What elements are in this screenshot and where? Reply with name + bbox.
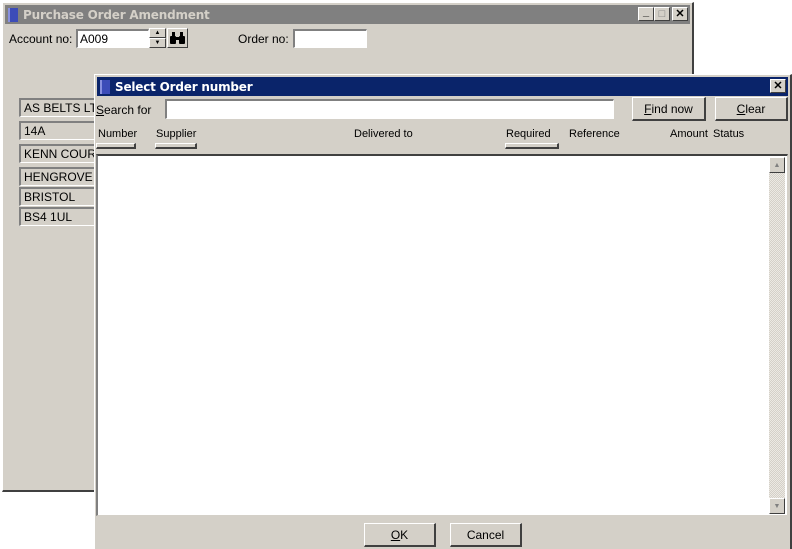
clear-button[interactable]: Clear — [715, 97, 788, 121]
vertical-scrollbar[interactable]: ▲ ▼ — [769, 157, 785, 514]
column-header-number[interactable]: Number — [98, 128, 137, 140]
spin-up-icon[interactable]: ▲ — [149, 28, 166, 38]
account-spinner[interactable]: ▲ ▼ — [149, 28, 166, 48]
scroll-down-button[interactable]: ▼ — [769, 498, 785, 514]
dialog-title-bar[interactable]: Select Order number ✕ — [97, 77, 788, 96]
address-line-6: BS4 1UL — [19, 207, 99, 226]
maximize-button[interactable]: □ — [654, 7, 670, 21]
title-bar[interactable]: Purchase Order Amendment _ □ ✕ — [5, 5, 690, 24]
spin-down-icon[interactable]: ▼ — [149, 38, 166, 48]
column-header-required[interactable]: Required — [506, 128, 551, 140]
column-sort-supplier[interactable] — [155, 143, 197, 149]
scroll-up-button[interactable]: ▲ — [769, 157, 785, 173]
column-header-supplier[interactable]: Supplier — [156, 128, 196, 140]
column-sort-required[interactable] — [505, 143, 559, 149]
dialog-title: Select Order number — [115, 79, 253, 94]
column-header-reference[interactable]: Reference — [569, 128, 620, 140]
close-button[interactable]: ✕ — [672, 7, 688, 21]
column-header-amount[interactable]: Amount — [670, 128, 708, 140]
order-no-input[interactable] — [293, 29, 367, 48]
dialog-app-icon — [100, 79, 110, 94]
minimize-icon: _ — [642, 5, 650, 18]
window-title: Purchase Order Amendment — [23, 7, 210, 22]
close-icon: ✕ — [675, 7, 685, 20]
order-no-label: Order no: — [238, 32, 289, 46]
address-line-1: AS BELTS LTD — [19, 98, 99, 117]
cancel-button[interactable]: Cancel — [450, 523, 522, 547]
dialog-close-button[interactable]: ✕ — [770, 79, 786, 93]
find-now-button[interactable]: Find now — [632, 97, 706, 121]
binoculars-icon — [170, 32, 185, 44]
address-line-3: KENN COURT — [19, 144, 99, 163]
address-line-5: BRISTOL — [19, 187, 99, 206]
account-no-label: Account no: — [9, 32, 73, 46]
search-input[interactable] — [165, 99, 614, 119]
close-icon: ✕ — [773, 79, 783, 92]
scroll-down-icon: ▼ — [773, 502, 781, 510]
column-header-status[interactable]: Status — [713, 128, 744, 140]
orders-list[interactable]: ▲ ▼ — [96, 154, 788, 516]
address-line-4: HENGROVE — [19, 167, 99, 186]
ok-button[interactable]: OK — [364, 523, 436, 547]
lookup-button[interactable] — [167, 28, 188, 48]
scroll-up-icon: ▲ — [773, 161, 781, 169]
search-for-label: Search for — [96, 103, 152, 117]
minimize-button[interactable]: _ — [638, 5, 654, 21]
column-sort-number[interactable] — [96, 143, 136, 149]
account-no-input[interactable]: A009 — [76, 29, 149, 48]
column-header-delivered-to[interactable]: Delivered to — [354, 128, 413, 140]
address-line-2: 14A — [19, 121, 99, 140]
maximize-icon: □ — [658, 7, 666, 20]
app-icon — [8, 7, 18, 22]
